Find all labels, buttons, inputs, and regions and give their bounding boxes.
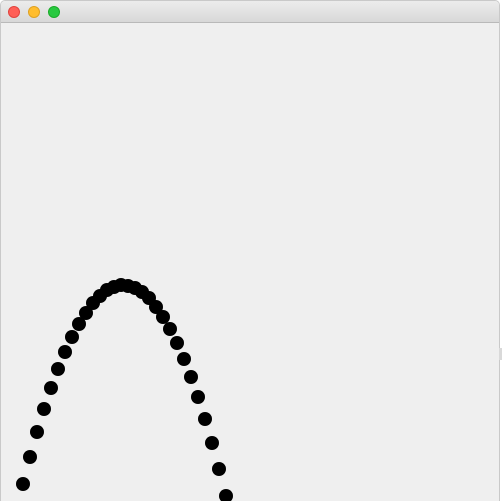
trajectory-dot-23 <box>170 336 184 350</box>
trajectory-dot-7 <box>58 345 72 359</box>
trajectory-dot-29 <box>212 462 226 476</box>
trajectory-dot-5 <box>44 381 58 395</box>
trajectory-dot-3 <box>30 425 44 439</box>
trajectory-dot-21 <box>156 310 170 324</box>
dot-arc-plot <box>16 278 233 501</box>
trajectory-dot-8 <box>65 330 79 344</box>
trajectory-dot-25 <box>184 370 198 384</box>
trajectory-dot-22 <box>163 322 177 336</box>
trajectory-dot-26 <box>191 390 205 404</box>
app-window <box>0 0 500 501</box>
trajectory-dot-2 <box>23 450 37 464</box>
close-button[interactable] <box>8 6 20 18</box>
minimize-button[interactable] <box>28 6 40 18</box>
trajectory-dot-30 <box>219 489 233 501</box>
trajectory-dot-24 <box>177 352 191 366</box>
trajectory-dot-4 <box>37 402 51 416</box>
trajectory-dot-27 <box>198 412 212 426</box>
trajectory-dot-1 <box>16 477 30 491</box>
trajectory-dot-28 <box>205 436 219 450</box>
zoom-button[interactable] <box>48 6 60 18</box>
drawing-canvas <box>1 23 499 501</box>
title-bar[interactable] <box>1 1 499 23</box>
trajectory-dot-6 <box>51 362 65 376</box>
